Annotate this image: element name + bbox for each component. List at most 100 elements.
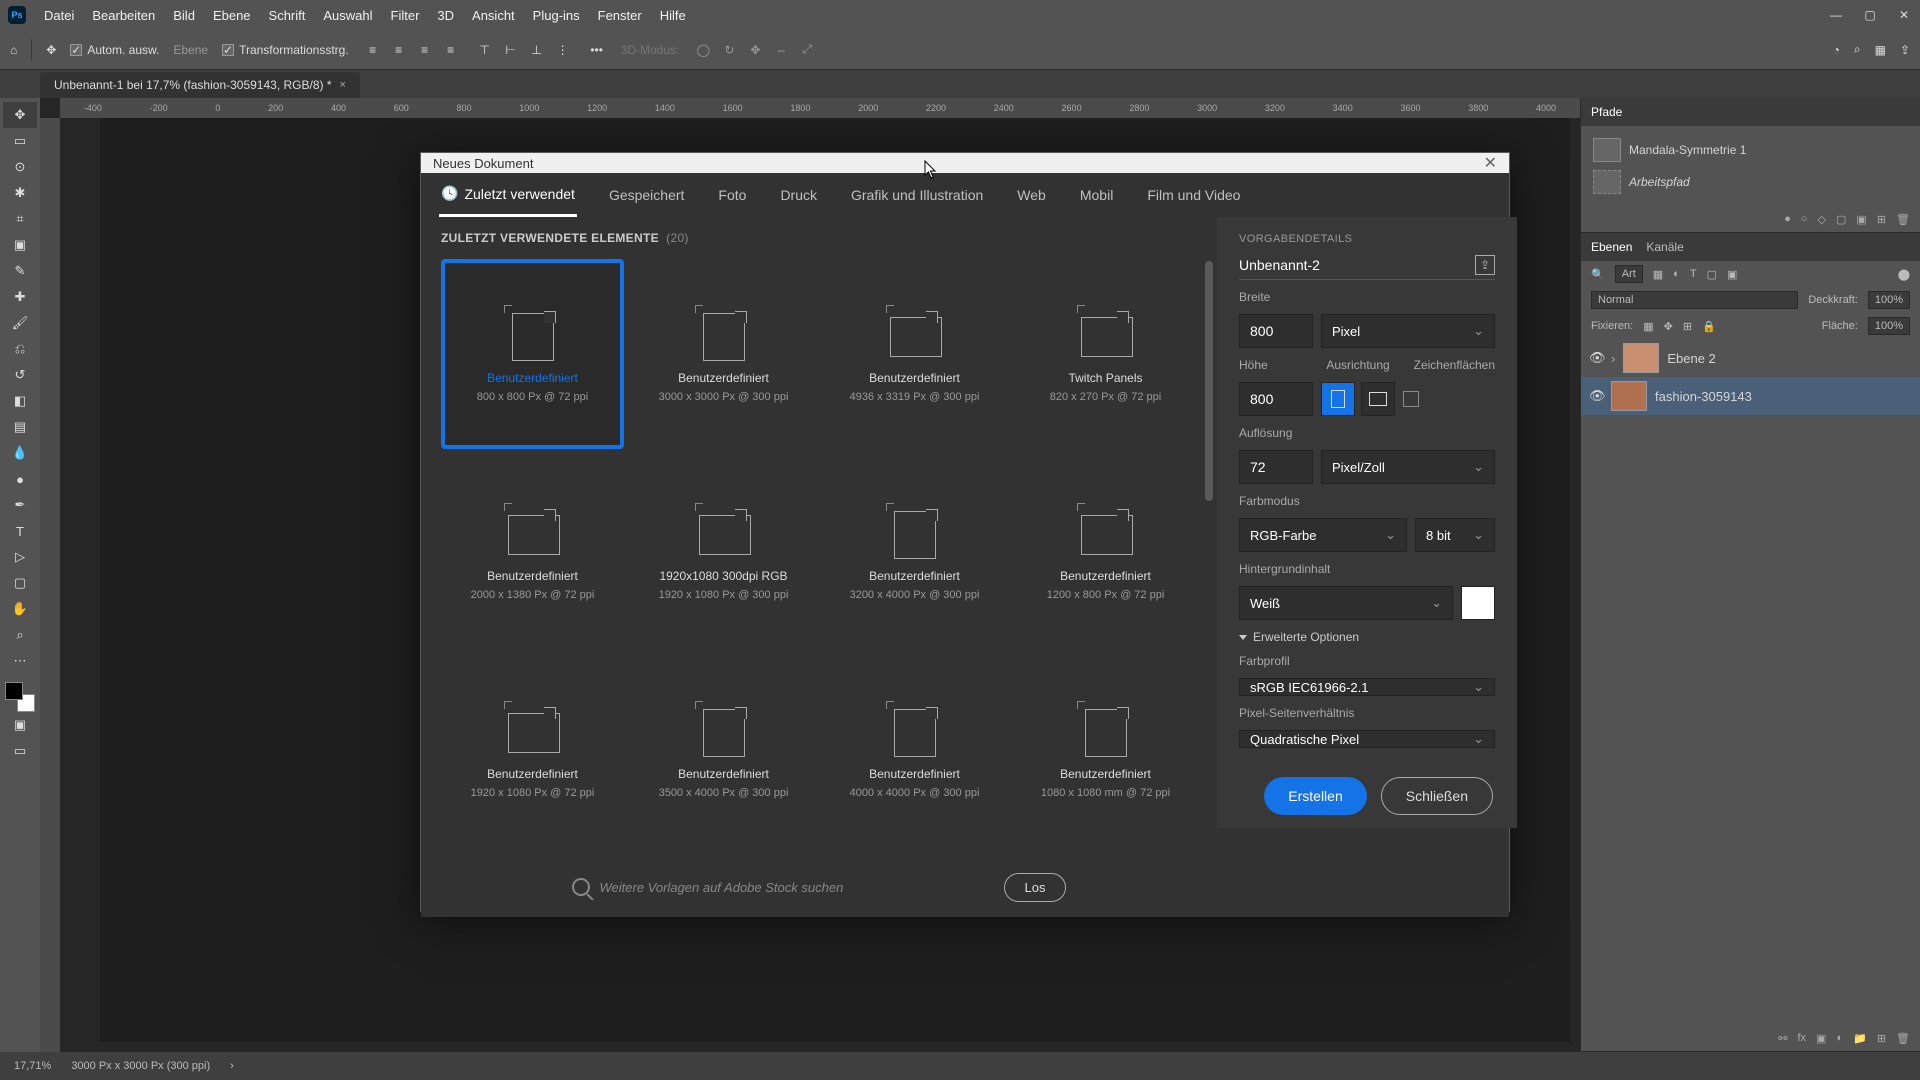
valign-top-icon[interactable]: ⊤ xyxy=(475,40,495,60)
window-close[interactable]: ✕ xyxy=(1896,8,1912,22)
more-options-icon[interactable]: ••• xyxy=(587,40,607,60)
menu-3d[interactable]: 3D xyxy=(437,8,454,23)
colormode-dropdown[interactable]: RGB-Farbe⌄ xyxy=(1239,518,1407,552)
path-item[interactable]: Arbeitspfad xyxy=(1589,166,1912,198)
menu-bearbeiten[interactable]: Bearbeiten xyxy=(92,8,155,23)
tab-video[interactable]: Film und Video xyxy=(1145,175,1242,215)
layers-tab[interactable]: Ebenen xyxy=(1591,240,1632,254)
width-input[interactable] xyxy=(1239,314,1313,348)
window-maximize[interactable]: ▢ xyxy=(1862,8,1878,22)
auto-select-checkbox[interactable]: ✓ Autom. ausw. xyxy=(70,43,159,57)
3d-pan-icon[interactable]: ✥ xyxy=(745,40,765,60)
background-color-swatch[interactable] xyxy=(1461,586,1495,620)
type-tool[interactable]: T xyxy=(3,518,37,544)
home-icon[interactable]: ⌂ xyxy=(10,43,17,57)
tab-saved[interactable]: Gespeichert xyxy=(607,175,686,215)
lasso-tool[interactable]: ⊙ xyxy=(3,154,37,180)
preset-item[interactable]: 1920x1080 300dpi RGB1920 x 1080 Px @ 300… xyxy=(632,457,815,647)
layer-mask-icon[interactable]: ▣ xyxy=(1816,1032,1826,1045)
preset-item[interactable]: Benutzerdefiniert4000 x 4000 Px @ 300 pp… xyxy=(823,655,1006,845)
pen-tool[interactable]: ✒ xyxy=(3,492,37,518)
delete-path-icon[interactable]: 🗑 xyxy=(1896,213,1910,226)
color-swatches[interactable] xyxy=(5,682,35,712)
lock-all-icon[interactable]: 🔒 xyxy=(1702,320,1716,333)
filter-toggle[interactable]: ⬤ xyxy=(1898,268,1910,281)
preset-item[interactable]: Benutzerdefiniert4936 x 3319 Px @ 300 pp… xyxy=(823,259,1006,449)
align-left-icon[interactable]: ≡ xyxy=(363,40,383,60)
edit-toolbar[interactable]: ⋯ xyxy=(3,648,37,674)
width-unit-dropdown[interactable]: Pixel⌄ xyxy=(1321,314,1495,348)
zoom-level[interactable]: 17,71% xyxy=(14,1060,51,1072)
preset-item[interactable]: Benutzerdefiniert1920 x 1080 Px @ 72 ppi xyxy=(441,655,624,845)
move-tool-icon[interactable]: ✥ xyxy=(46,43,56,57)
preset-item[interactable]: Benutzerdefiniert3200 x 4000 Px @ 300 pp… xyxy=(823,457,1006,647)
align-justify-icon[interactable]: ≡ xyxy=(441,40,461,60)
search-icon[interactable]: ⌕ xyxy=(1854,42,1861,57)
pixel-aspect-dropdown[interactable]: Quadratische Pixel⌄ xyxy=(1239,730,1495,748)
tab-web[interactable]: Web xyxy=(1015,175,1048,215)
screenmode-toggle[interactable]: ▭ xyxy=(3,738,37,764)
visibility-icon[interactable]: 👁 xyxy=(1589,350,1603,366)
filter-adjust-icon[interactable]: ◐ xyxy=(1673,268,1680,280)
new-layer-icon[interactable]: ⊞ xyxy=(1877,1032,1886,1045)
preset-item[interactable]: Benutzerdefiniert1080 x 1080 mm @ 72 ppi xyxy=(1014,655,1197,845)
document-dimensions[interactable]: 3000 Px x 3000 Px (300 ppi) xyxy=(71,1060,210,1072)
preset-scrollbar[interactable] xyxy=(1205,261,1215,853)
dodge-tool[interactable]: ● xyxy=(3,466,37,492)
make-workpath-icon[interactable]: ▢ xyxy=(1836,213,1846,226)
cloud-docs-icon[interactable]: ◔ xyxy=(1833,43,1840,57)
menu-schrift[interactable]: Schrift xyxy=(269,8,306,23)
load-selection-icon[interactable]: ◇ xyxy=(1818,213,1826,226)
orientation-portrait[interactable] xyxy=(1321,382,1355,416)
shape-tool[interactable]: ▢ xyxy=(3,570,37,596)
add-mask-icon[interactable]: ▣ xyxy=(1856,213,1866,226)
magic-wand-tool[interactable]: ✱ xyxy=(3,180,37,206)
path-select-tool[interactable]: ▷ xyxy=(3,544,37,570)
history-brush-tool[interactable]: ↺ xyxy=(3,362,37,388)
tab-art[interactable]: Grafik und Illustration xyxy=(849,175,985,215)
distribute-icon[interactable]: ⋮ xyxy=(553,40,573,60)
new-path-icon[interactable]: ⊞ xyxy=(1877,213,1886,226)
3d-slide-icon[interactable]: ⇔ xyxy=(771,40,791,60)
opacity-value[interactable]: 100% xyxy=(1868,291,1910,309)
3d-roll-icon[interactable]: ↻ xyxy=(719,40,739,60)
tab-mobile[interactable]: Mobil xyxy=(1078,175,1115,215)
blend-mode-dropdown[interactable]: Normal xyxy=(1591,291,1798,309)
paths-tab[interactable]: Pfade xyxy=(1591,105,1622,119)
preset-item[interactable]: Benutzerdefiniert3000 x 3000 Px @ 300 pp… xyxy=(632,259,815,449)
3d-orbit-icon[interactable]: ◯ xyxy=(693,40,713,60)
color-profile-dropdown[interactable]: sRGB IEC61966-2.1⌄ xyxy=(1239,678,1495,696)
stock-search-go-button[interactable]: Los xyxy=(1004,873,1067,902)
preset-item[interactable]: Benutzerdefiniert1200 x 800 Px @ 72 ppi xyxy=(1014,457,1197,647)
fill-value[interactable]: 100% xyxy=(1868,317,1910,335)
brush-tool[interactable]: 🖌 xyxy=(3,310,37,336)
preset-item[interactable]: Benutzerdefiniert800 x 800 Px @ 72 ppi xyxy=(441,259,624,449)
expand-icon[interactable]: › xyxy=(1611,351,1615,366)
close-button[interactable]: Schließen xyxy=(1381,777,1493,815)
lock-pixels-icon[interactable]: ▦ xyxy=(1643,320,1653,333)
preset-item[interactable]: Benutzerdefiniert3500 x 4000 Px @ 300 pp… xyxy=(632,655,815,845)
menu-ansicht[interactable]: Ansicht xyxy=(472,8,515,23)
bitdepth-dropdown[interactable]: 8 bit⌄ xyxy=(1415,518,1495,552)
menu-ebene[interactable]: Ebene xyxy=(213,8,251,23)
lock-artboard-icon[interactable]: ⊞ xyxy=(1683,320,1692,333)
menu-plugins[interactable]: Plug-ins xyxy=(533,8,580,23)
create-button[interactable]: Erstellen xyxy=(1264,777,1366,815)
menu-filter[interactable]: Filter xyxy=(391,8,420,23)
layer-style-icon[interactable]: fx xyxy=(1797,1032,1806,1044)
menu-datei[interactable]: Datei xyxy=(44,8,74,23)
layer-item[interactable]: 👁 fashion-3059143 xyxy=(1581,377,1920,415)
artboards-checkbox[interactable] xyxy=(1403,391,1419,407)
layer-filter-kind[interactable]: Art xyxy=(1615,265,1643,283)
height-input[interactable] xyxy=(1239,382,1313,416)
status-caret-icon[interactable]: › xyxy=(230,1060,234,1072)
marquee-tool[interactable]: ▭ xyxy=(3,128,37,154)
close-tab-icon[interactable]: × xyxy=(340,79,346,91)
document-tab[interactable]: Unbenannt-1 bei 17,7% (fashion-3059143, … xyxy=(40,72,360,98)
preset-item[interactable]: Twitch Panels820 x 270 Px @ 72 ppi xyxy=(1014,259,1197,449)
zoom-tool[interactable]: ⌕ xyxy=(3,622,37,648)
quickmask-toggle[interactable]: ▣ xyxy=(3,712,37,738)
crop-tool[interactable]: ⌗ xyxy=(3,206,37,232)
visibility-icon[interactable]: 👁 xyxy=(1589,388,1603,404)
blur-tool[interactable]: 💧 xyxy=(3,440,37,466)
